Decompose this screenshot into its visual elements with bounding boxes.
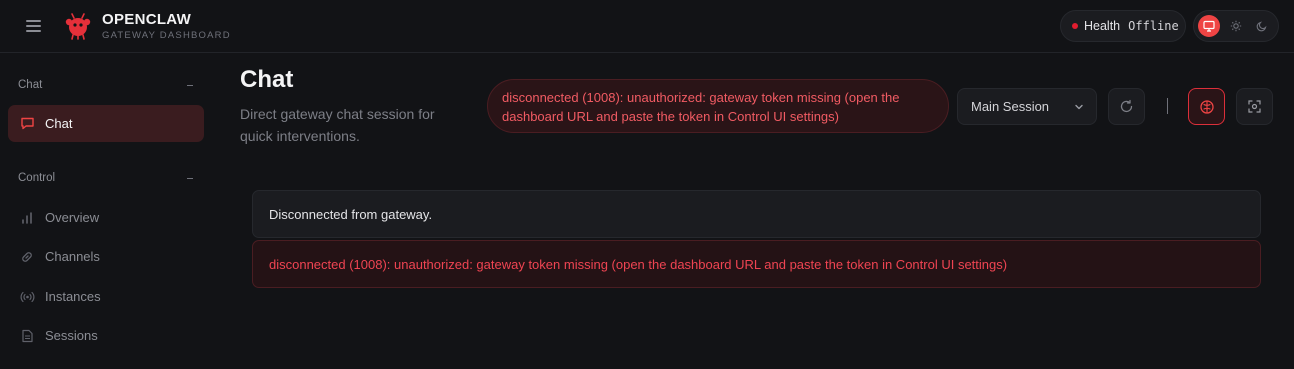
sidebar-section-chat[interactable]: Chat	[18, 79, 42, 91]
sidebar: Chat Chat Control Overview Channels Inst…	[0, 54, 220, 369]
link-icon	[19, 249, 35, 265]
session-select-value: Main Session	[971, 99, 1050, 114]
sidebar-item-instances[interactable]: Instances	[8, 278, 204, 315]
status-dot-icon	[1072, 23, 1078, 29]
sidebar-item-label: Sessions	[45, 328, 98, 343]
health-value: Offline	[1128, 19, 1179, 33]
sidebar-item-label: Channels	[45, 249, 100, 264]
thinking-toggle-button[interactable]	[1188, 88, 1225, 125]
refresh-button[interactable]	[1108, 88, 1145, 125]
collapse-icon[interactable]	[187, 178, 193, 179]
broadcast-icon	[19, 289, 35, 305]
health-label: Health	[1084, 19, 1121, 33]
bar-chart-icon	[19, 210, 35, 226]
top-bar: OPENCLAW GATEWAY DASHBOARD Health Offlin…	[0, 0, 1294, 53]
page-title: Chat	[240, 66, 294, 93]
focus-icon	[1248, 100, 1261, 113]
chat-message-info: Disconnected from gateway.	[252, 190, 1261, 238]
sidebar-section-control[interactable]: Control	[18, 172, 55, 184]
toolbar-divider	[1167, 98, 1168, 114]
sidebar-item-label: Instances	[45, 289, 101, 304]
openclaw-logo-icon	[65, 13, 91, 40]
hamburger-menu-icon[interactable]	[24, 17, 44, 37]
sidebar-item-label: Chat	[45, 116, 73, 131]
session-select[interactable]: Main Session	[957, 88, 1097, 125]
document-icon	[19, 328, 35, 344]
refresh-icon	[1120, 99, 1133, 113]
sidebar-item-sessions[interactable]: Sessions	[8, 317, 204, 354]
brain-icon	[1199, 99, 1214, 114]
app-root: OPENCLAW GATEWAY DASHBOARD Health Offlin…	[0, 0, 1294, 369]
theme-switcher	[1193, 10, 1279, 42]
app-subtitle: GATEWAY DASHBOARD	[102, 30, 231, 41]
moon-icon[interactable]	[1251, 15, 1273, 37]
sidebar-item-overview[interactable]: Overview	[8, 199, 204, 236]
page-subtitle: Direct gateway chat session for quick in…	[240, 106, 435, 144]
sun-icon[interactable]	[1225, 15, 1247, 37]
chevron-down-icon	[1075, 104, 1083, 110]
collapse-icon[interactable]	[187, 85, 193, 86]
chat-message-error: disconnected (1008): unauthorized: gatew…	[252, 240, 1261, 288]
health-status[interactable]: Health Offline	[1060, 10, 1186, 42]
focus-mode-button[interactable]	[1236, 88, 1273, 125]
error-banner: disconnected (1008): unauthorized: gatew…	[487, 79, 949, 133]
monitor-icon[interactable]	[1198, 15, 1220, 37]
sidebar-item-chat[interactable]: Chat	[8, 105, 204, 142]
app-title: OPENCLAW	[102, 11, 192, 28]
chat-bubble-icon	[19, 116, 35, 132]
sidebar-item-label: Overview	[45, 210, 100, 225]
sidebar-item-channels[interactable]: Channels	[8, 238, 204, 275]
